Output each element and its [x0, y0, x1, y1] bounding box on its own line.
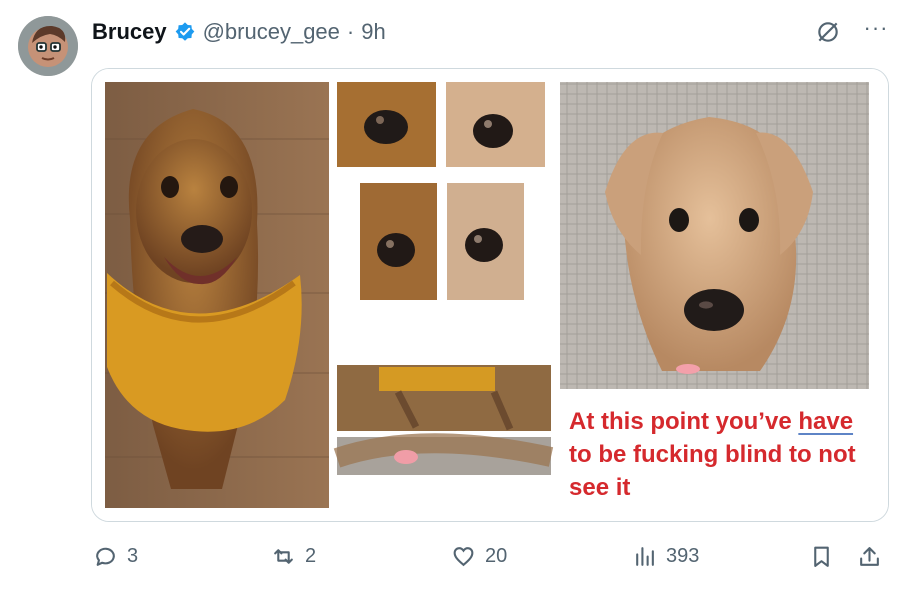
- view-count: 393: [666, 545, 700, 567]
- retweet-count: 2: [305, 545, 317, 567]
- caption-text-after: to be fucking blind to not see it: [569, 441, 856, 501]
- retweet-icon: [271, 544, 296, 569]
- reply-icon: [93, 544, 118, 569]
- caption-text-before: At this point you’ve: [569, 408, 799, 435]
- reply-button[interactable]: 3: [93, 538, 138, 574]
- share-icon: [857, 544, 882, 569]
- reply-count: 3: [127, 545, 139, 567]
- meme-caption: At this point you’ve have to be fucking …: [569, 405, 874, 504]
- views-chart-icon: [632, 544, 657, 569]
- slashed-circle-icon[interactable]: [814, 18, 842, 46]
- tweet-media-card[interactable]: At this point you’ve have to be fucking …: [91, 68, 889, 522]
- caption-underlined-word: have: [798, 408, 854, 435]
- bookmark-button[interactable]: [809, 538, 834, 574]
- heart-icon: [451, 544, 476, 569]
- avatar[interactable]: [18, 16, 78, 76]
- post-time[interactable]: 9h: [361, 19, 385, 45]
- tweet-top-actions: ···: [814, 16, 890, 46]
- tweet-header: Brucey @brucey_gee · 9h: [92, 16, 386, 48]
- time-separator: ·: [346, 19, 355, 44]
- author-name[interactable]: Brucey: [92, 19, 167, 45]
- avatar-image: [18, 16, 78, 76]
- like-button[interactable]: 20: [451, 538, 507, 574]
- retweet-button[interactable]: 2: [271, 538, 316, 574]
- more-options-button[interactable]: ···: [862, 14, 890, 42]
- bookmark-icon: [809, 544, 834, 569]
- views-button[interactable]: 393: [632, 538, 699, 574]
- like-count: 20: [485, 545, 508, 567]
- tweet-actions-bar: 3 2 20 393: [91, 538, 887, 574]
- share-button[interactable]: [857, 538, 882, 574]
- author-handle[interactable]: @brucey_gee: [203, 19, 340, 45]
- verified-badge-icon: [174, 21, 196, 43]
